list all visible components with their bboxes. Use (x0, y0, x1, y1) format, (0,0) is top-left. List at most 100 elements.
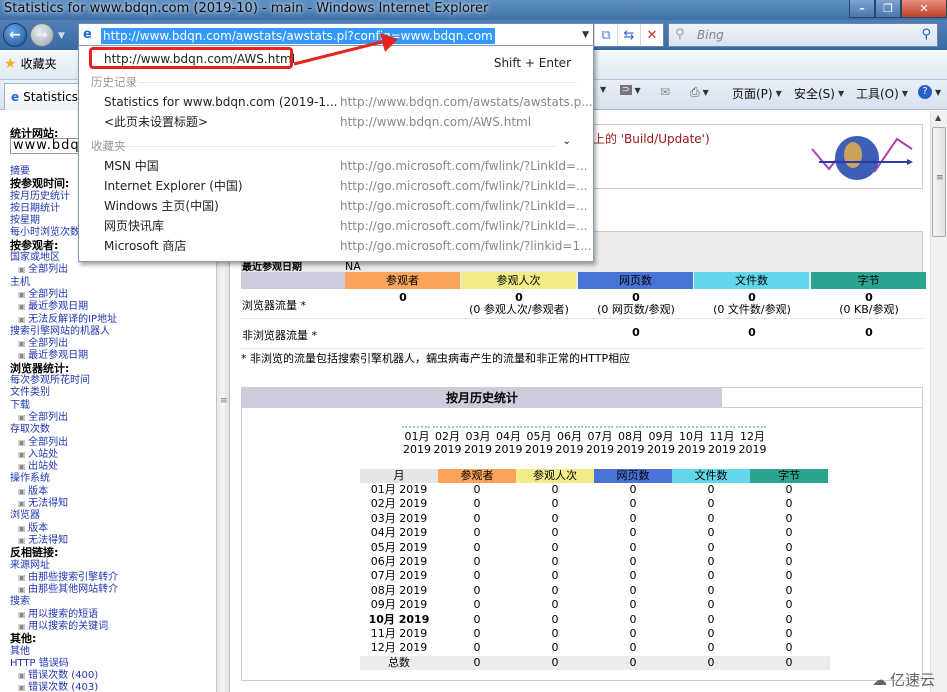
sidebar-link[interactable]: 浏览器 (10, 510, 118, 522)
history-month-cell: 01月 2019 (370, 483, 428, 496)
sidebar-link[interactable]: 入站处 (10, 449, 118, 461)
summary-value: 0 (748, 326, 756, 339)
chart-month-label[interactable]: 08月 2019 (616, 430, 646, 456)
sidebar-link[interactable]: HTTP 错误码 (10, 658, 118, 670)
history-value-cell: 0 (785, 555, 793, 568)
history-row: 07月 2019 0 0 0 0 0 (360, 569, 830, 583)
history-month-cell: 04月 2019 (370, 526, 428, 540)
summary-cell: 0 (694, 327, 810, 339)
tab-statistics[interactable]: e Statistics (4, 83, 80, 110)
scroll-up-icon[interactable]: ▲ (935, 113, 941, 122)
favorite-item[interactable]: Microsoft 商店 http://go.microsoft.com/fwli… (79, 236, 593, 256)
favorite-item[interactable]: MSN 中国 http://go.microsoft.com/fwlink/?Li… (79, 156, 593, 176)
help-button[interactable]: ? ▼ (918, 85, 941, 99)
sidebar-link[interactable]: 版本 (10, 486, 118, 498)
safety-menu[interactable]: 安全(S) ▼ (794, 85, 844, 102)
history-item-url: http://www.bdqn.com/awstats/awstats.p... (340, 95, 593, 109)
sidebar-link[interactable]: 由那些搜索引擎转介 (10, 572, 118, 584)
history-value-cell: 0 (551, 598, 559, 612)
sidebar-link[interactable]: 全部列出 (10, 338, 118, 350)
sidebar-link[interactable]: 最近参观日期 (10, 301, 118, 313)
chart-month-label[interactable]: 06月 2019 (555, 430, 585, 456)
chart-month-label[interactable]: 10月 2019 (677, 430, 707, 456)
chart-month-label[interactable]: 04月 2019 (494, 430, 524, 456)
print-button[interactable]: ⎙ ▼ (690, 85, 709, 100)
chart-month-label[interactable]: 05月 2019 (524, 430, 554, 456)
monthly-history-section: 按月历史统计 01月 2019 02月 2019 03月 2019 04月 2019 05月 20… (241, 387, 923, 681)
month-label: 05月 (526, 430, 552, 443)
history-row: 05月 2019 0 0 0 0 0 (360, 541, 830, 555)
compatibility-view-button[interactable]: ⧉ (594, 24, 617, 46)
sidebar-link[interactable]: 错误次数 (403) (10, 682, 118, 692)
history-value-cell: 0 (473, 511, 481, 525)
sidebar-link[interactable]: 版本 (10, 523, 118, 535)
sidebar-link[interactable]: 主机 (10, 277, 118, 289)
history-month-cell: 05月 2019 (370, 540, 428, 554)
sidebar-link[interactable]: 其他 (10, 646, 118, 658)
watermark-text: 亿速云 (889, 671, 935, 689)
history-value-cell: 0 (629, 540, 637, 554)
sidebar-link[interactable]: 无法得知 (10, 498, 118, 510)
chart-month-label[interactable]: 07月 2019 (585, 430, 615, 456)
history-value-cell: 0 (473, 483, 481, 496)
scrollbar-thumb[interactable] (932, 127, 946, 237)
sidebar-link[interactable]: 全部列出 (10, 437, 118, 449)
sidebar-link[interactable]: 全部列出 (10, 289, 118, 301)
favorites-button[interactable]: ★ 收藏夹 (4, 55, 57, 72)
sidebar-link[interactable]: 搜索引擎网站的机器人 (10, 326, 118, 338)
sidebar-link[interactable]: 最近参观日期 (10, 350, 118, 362)
expand-chevron-icon[interactable]: ⌄ (563, 136, 571, 147)
favorite-item[interactable]: Internet Explorer (中国) http://go.microsof… (79, 176, 593, 196)
chart-month-label[interactable]: 11月 2019 (707, 430, 737, 456)
history-dropdown-icon[interactable]: ▼ (58, 31, 65, 41)
sidebar-link[interactable]: 搜索 (10, 596, 118, 608)
sidebar-link[interactable]: 出站处 (10, 461, 118, 473)
sidebar-link[interactable]: 由那些其他网站转介 (10, 584, 118, 596)
favorite-item[interactable]: Windows 主页(中国) http://go.microsoft.com/fw… (79, 196, 593, 216)
sidebar-link[interactable]: 来源网址 (10, 560, 118, 572)
search-go-icon[interactable]: ⚲ (921, 27, 931, 42)
refresh-button[interactable]: ⇆ (617, 24, 640, 46)
sidebar-link[interactable]: 用以搜索的短语 (10, 609, 118, 621)
tools-menu[interactable]: 工具(O) ▼ (856, 85, 908, 102)
sidebar-link[interactable]: 操作系统 (10, 473, 118, 485)
chart-month-label[interactable]: 09月 2019 (646, 430, 676, 456)
chart-bar-slot (676, 426, 705, 428)
history-item[interactable]: <此页未设置标题> http://www.bdqn.com/AWS.html (79, 112, 593, 132)
page-menu[interactable]: 页面(P) ▼ (732, 85, 782, 102)
sidebar-link[interactable]: 下载 (10, 400, 118, 412)
sidebar-link[interactable]: 存取次数 (10, 424, 118, 436)
history-value-cell: 0 (785, 526, 793, 540)
sidebar-link[interactable]: 全部列出 (10, 264, 118, 276)
sidebar-link[interactable]: 每次参观所花时间 (10, 375, 118, 387)
address-dropdown-icon[interactable]: ▼ (582, 30, 589, 40)
sidebar-link[interactable]: 错误次数 (400) (10, 670, 118, 682)
chart-month-label[interactable]: 03月 2019 (463, 430, 493, 456)
sidebar-link[interactable]: 文件类别 (10, 387, 118, 399)
home-dropdown[interactable]: ▼ (600, 85, 606, 94)
restore-button[interactable]: ❐ (875, 0, 901, 18)
history-value-cell: 0 (551, 526, 559, 540)
feeds-button[interactable]: ⊃ ▼ (620, 85, 641, 95)
chart-month-label[interactable]: 02月 2019 (433, 430, 463, 456)
history-item[interactable]: Statistics for www.bdqn.com (2019-1... ht… (79, 92, 593, 112)
search-box[interactable]: ⚲ Bing ⚲ (668, 23, 938, 47)
sidebar-link[interactable]: 全部列出 (10, 412, 118, 424)
sidebar-section-heading: 反相链接: (10, 546, 59, 560)
history-value-cell: 0 (473, 540, 481, 554)
back-button[interactable]: ← (3, 23, 27, 47)
vertical-scrollbar[interactable]: ▲ (930, 111, 947, 692)
stop-button[interactable]: ✕ (640, 24, 663, 46)
mail-icon: ✉ (660, 85, 671, 99)
favorite-item[interactable]: 网页快讯库 http://go.microsoft.com/fwlink/?Lin… (79, 216, 593, 236)
year-label: 2019 (738, 443, 767, 456)
history-value-cell: 0 (785, 511, 793, 525)
chart-month-label[interactable]: 12月 2019 (738, 430, 768, 456)
summary-ratio: (0 参观人次/参观者) (469, 303, 569, 316)
close-button[interactable]: ✕ (901, 0, 947, 18)
sidebar-link[interactable]: 无法反解译的IP地址 (10, 314, 118, 326)
forward-button[interactable]: → (30, 23, 54, 47)
mail-button[interactable]: ✉ (660, 85, 670, 99)
chart-month-label[interactable]: 01月 2019 (402, 430, 432, 456)
minimize-button[interactable]: – (849, 0, 875, 18)
